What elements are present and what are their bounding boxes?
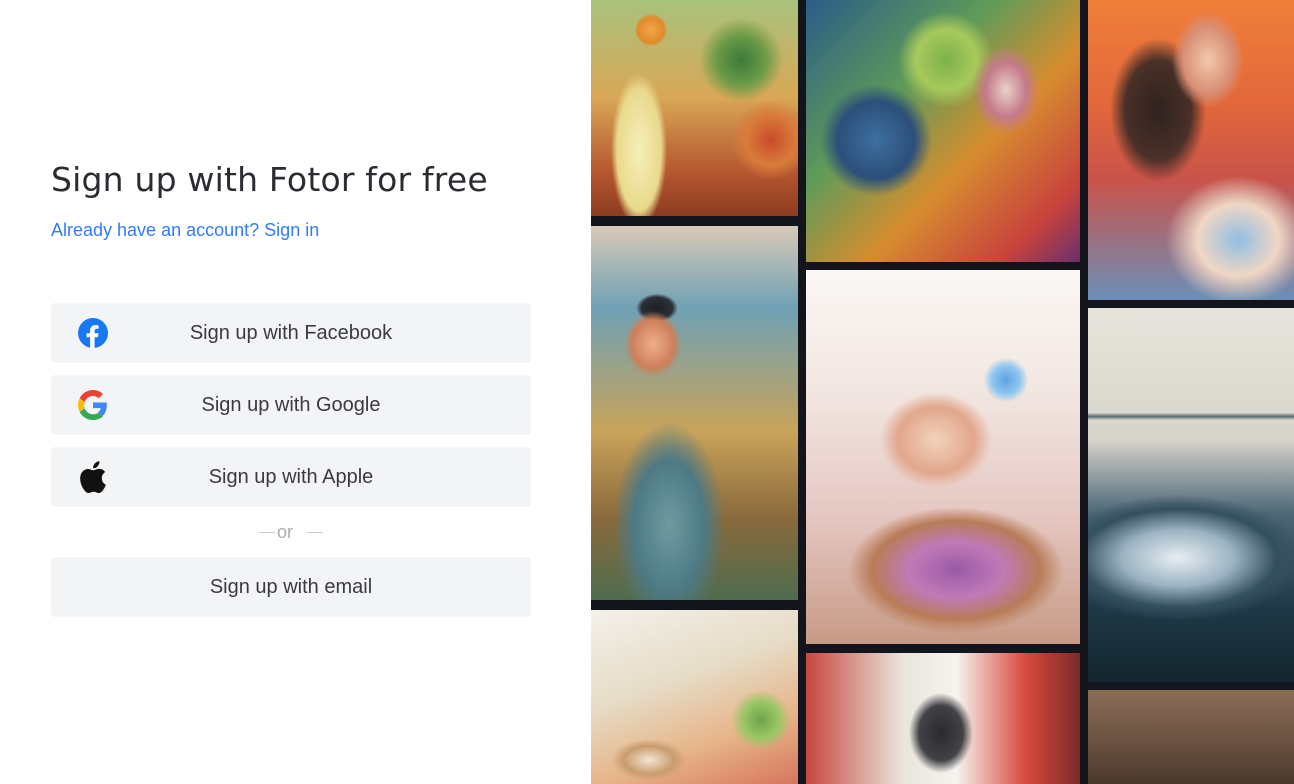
gallery-image-stone-texture — [1088, 690, 1294, 784]
gallery-image-golden-gate-bridge — [1088, 308, 1294, 682]
signup-email-button[interactable]: Sign up with email — [51, 557, 531, 617]
already-have-account-text: Already have an account? — [51, 220, 260, 240]
gallery-image-girl-portrait — [1088, 0, 1294, 300]
gallery-image-woman-mosaic — [806, 0, 1080, 262]
facebook-icon — [77, 317, 109, 349]
apple-icon — [77, 461, 109, 493]
page-title: Sign up with Fotor for free — [51, 160, 488, 199]
gallery-image-man-with-sunglasses — [591, 226, 798, 600]
signup-apple-button[interactable]: Sign up with Apple — [51, 447, 531, 507]
signup-facebook-button[interactable]: Sign up with Facebook — [51, 303, 531, 363]
gallery-image-street-scene — [806, 653, 1080, 784]
signup-apple-label: Sign up with Apple — [208, 465, 374, 488]
signup-panel: Sign up with Fotor for free Already have… — [0, 0, 591, 784]
signup-google-button[interactable]: Sign up with Google — [51, 375, 531, 435]
gallery-image-tea-cup — [591, 610, 798, 784]
google-icon — [77, 389, 109, 421]
signup-email-label: Sign up with email — [209, 575, 373, 598]
gallery-image-woman-butterflies — [806, 270, 1080, 644]
divider-line-right — [307, 531, 323, 533]
signup-facebook-label: Sign up with Facebook — [189, 321, 393, 344]
divider-line-left — [258, 531, 275, 533]
signup-google-label: Sign up with Google — [201, 393, 381, 416]
sign-in-link[interactable]: Sign in — [264, 220, 319, 240]
or-divider: or — [51, 521, 531, 543]
divider-text: or — [276, 521, 293, 542]
gallery-image-woman-in-field — [591, 0, 798, 216]
signup-page: Sign up with Fotor for free Already have… — [0, 0, 1294, 784]
artwork-gallery — [591, 0, 1294, 784]
signin-prompt: Already have an account? Sign in — [51, 220, 319, 241]
